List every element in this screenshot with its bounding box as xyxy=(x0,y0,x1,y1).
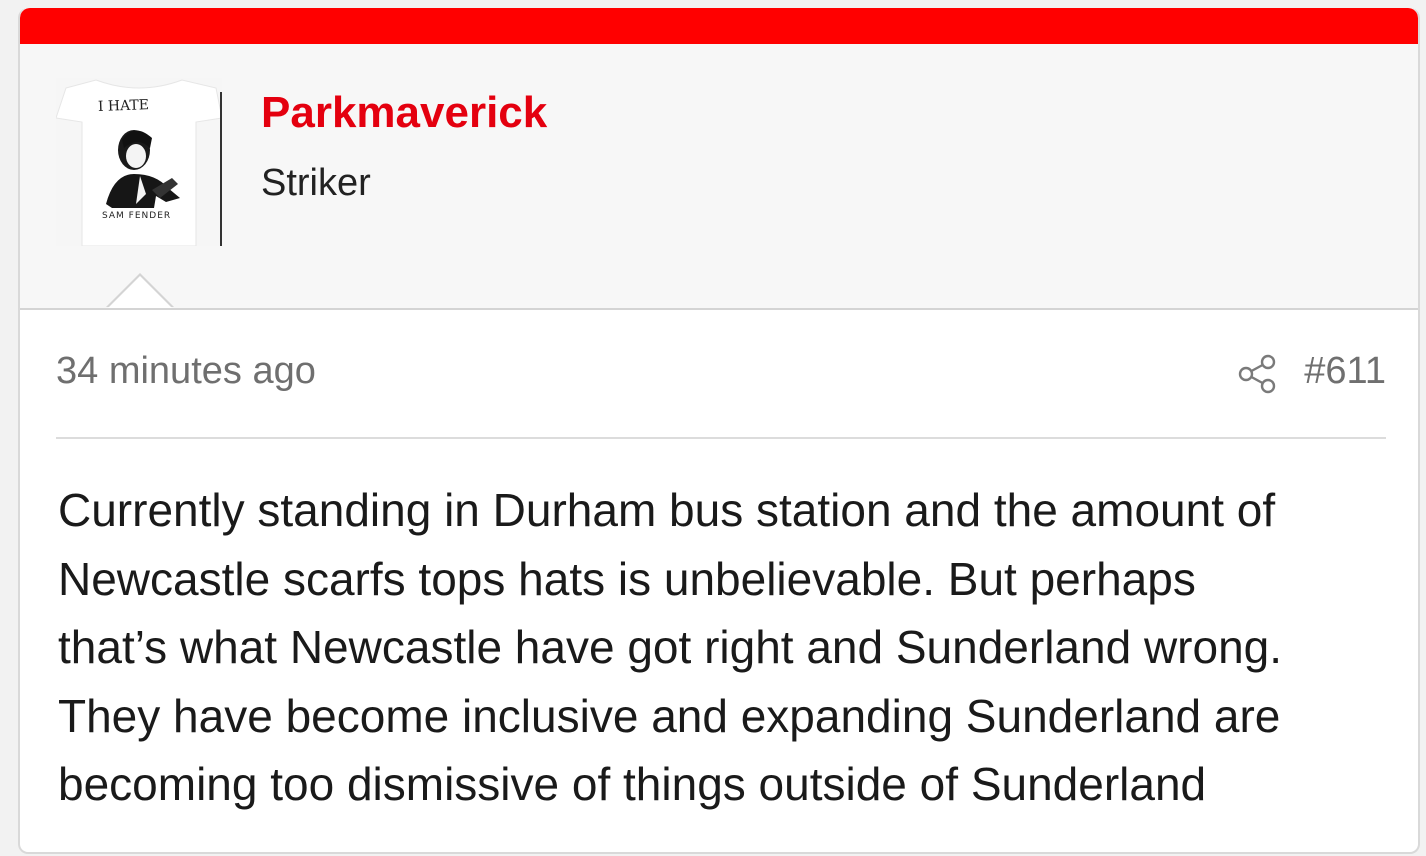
post-timestamp[interactable]: 34 minutes ago xyxy=(56,350,316,393)
avatar-bottom-text: SAM FENDER xyxy=(102,211,171,221)
post-body-line: that’s what Newcastle have got right and… xyxy=(58,621,1283,673)
post-number-link[interactable]: #611 xyxy=(1304,350,1386,393)
meta-divider xyxy=(56,437,1386,439)
avatar-divider xyxy=(220,92,222,246)
avatar[interactable]: I HATE SAM FENDER xyxy=(56,78,222,246)
post-body: Currently standing in Durham bus station… xyxy=(58,476,1398,819)
post-body-line: Currently standing in Durham bus station… xyxy=(58,484,1276,536)
avatar-top-text: I HATE xyxy=(98,97,150,115)
post-body-line: Newcastle scarfs tops hats is unbelievab… xyxy=(58,552,1196,605)
tshirt-avatar-icon: I HATE SAM FENDER xyxy=(56,78,222,246)
user-rank: Striker xyxy=(261,162,371,204)
username-link[interactable]: Parkmaverick xyxy=(261,88,547,138)
header-pointer-fill xyxy=(108,276,172,308)
share-icon[interactable] xyxy=(1238,354,1278,394)
accent-bar xyxy=(20,8,1418,44)
post-header: I HATE SAM FENDER Parkmaverick Striker xyxy=(20,44,1418,310)
post-meta: 34 minutes ago #611 xyxy=(56,344,1386,404)
post-body-line: They have become inclusive and expanding… xyxy=(58,689,1281,742)
post-body-line: becoming too dismissive of things outsid… xyxy=(58,758,1207,810)
post-card: I HATE SAM FENDER Parkmaverick Striker 3… xyxy=(18,8,1420,854)
